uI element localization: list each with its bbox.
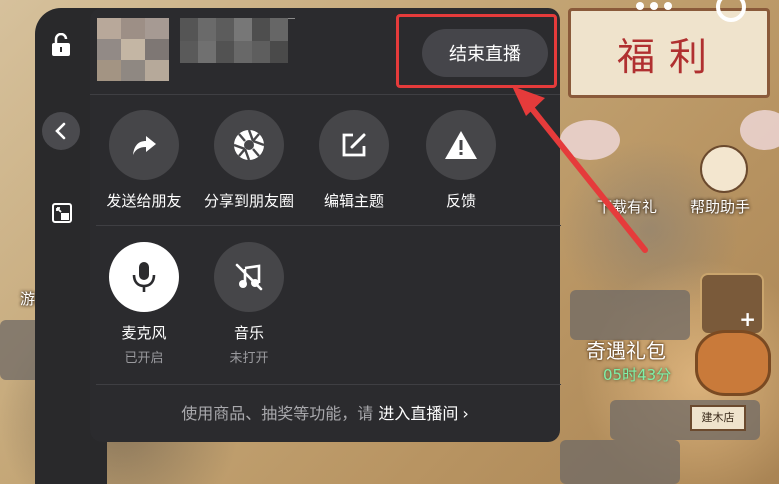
red-arrow-annotation <box>512 86 648 253</box>
